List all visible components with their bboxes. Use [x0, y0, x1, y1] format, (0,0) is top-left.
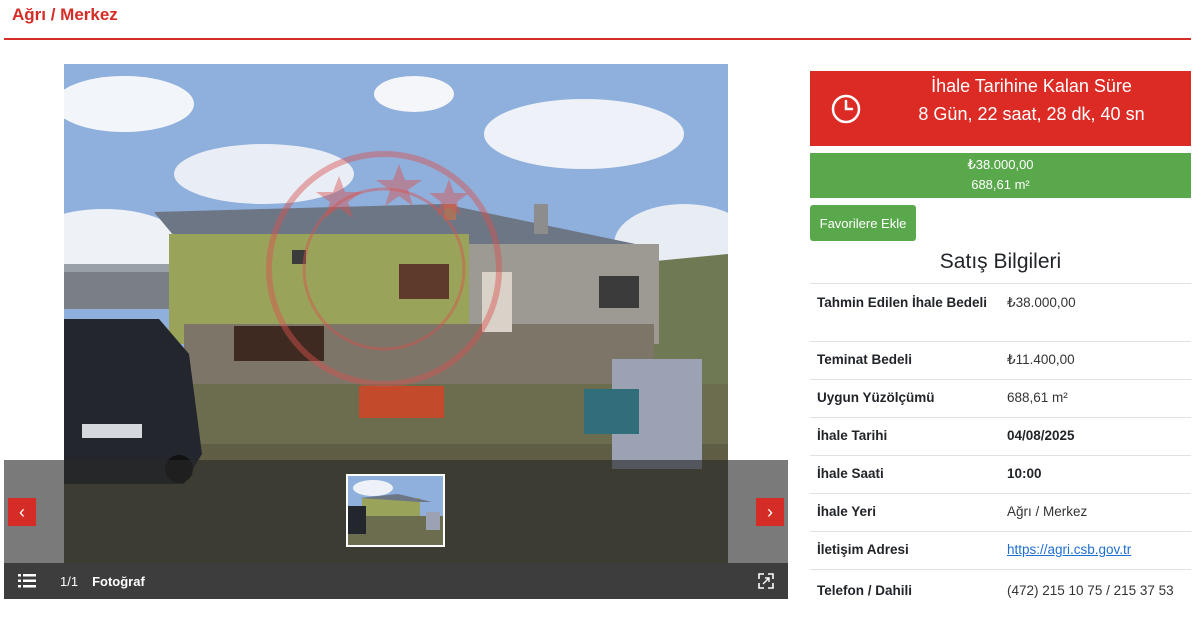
sale-info-table: Tahmin Edilen İhale Bedeli ₺38.000,00 Te… — [810, 283, 1191, 628]
row-value: 10:00 — [1000, 455, 1191, 494]
gallery-toolbar: 1/1 Fotoğraf — [4, 563, 788, 599]
row-label: İhale Yeri — [810, 493, 1000, 532]
row-label: Tahmin Edilen İhale Bedeli — [810, 283, 1000, 342]
page-title: Ağrı / Merkez — [12, 5, 118, 24]
contact-address-link[interactable]: https://agri.csb.gov.tr — [1007, 542, 1131, 557]
photo-counter: 1/1 — [60, 573, 79, 589]
add-to-favorites-button[interactable]: Favorilere Ekle — [810, 205, 916, 241]
table-row: İletişim Adresi https://agri.csb.gov.tr — [810, 531, 1191, 570]
price-amount: ₺38.000,00 — [967, 157, 1034, 172]
row-value: (472) 215 10 75 / 215 37 53 — [1000, 569, 1191, 628]
table-row: Teminat Bedeli ₺11.400,00 — [810, 341, 1191, 380]
row-label: İhale Saati — [810, 455, 1000, 494]
table-row: Tahmin Edilen İhale Bedeli ₺38.000,00 — [810, 283, 1191, 342]
sale-info-title: Satış Bilgileri — [939, 250, 1062, 273]
row-label: Teminat Bedeli — [810, 341, 1000, 380]
countdown-title: İhale Tarihine Kalan Süre — [931, 76, 1132, 96]
table-row: İhale Yeri Ağrı / Merkez — [810, 493, 1191, 532]
photo-thumbnail[interactable] — [346, 474, 445, 547]
row-value: ₺11.400,00 — [1000, 341, 1191, 380]
fullscreen-icon[interactable] — [758, 573, 774, 589]
table-row: Telefon / Dahili (472) 215 10 75 / 215 3… — [810, 569, 1191, 628]
clock-icon — [831, 94, 861, 124]
auction-countdown: İhale Tarihine Kalan Süre 8 Gün, 22 saat… — [810, 71, 1191, 146]
price-summary: ₺38.000,00 688,61 m² — [810, 153, 1191, 198]
photo-gallery: ‹ › 1/1 Fotoğraf — [4, 64, 788, 599]
photo-counter-label: Fotoğraf — [92, 573, 145, 589]
row-value: 04/08/2025 — [1000, 417, 1191, 456]
next-photo-button[interactable]: › — [756, 498, 784, 526]
list-icon[interactable] — [18, 574, 36, 588]
row-label: Uygun Yüzölçümü — [810, 379, 1000, 418]
row-label: Telefon / Dahili — [810, 569, 1000, 628]
title-divider — [4, 38, 1191, 40]
thumbnail-strip: ‹ › — [4, 460, 788, 563]
row-label: İletişim Adresi — [810, 531, 1000, 570]
table-row: İhale Tarihi 04/08/2025 — [810, 417, 1191, 456]
price-area: 688,61 m² — [971, 177, 1030, 192]
row-label: İhale Tarihi — [810, 417, 1000, 456]
countdown-value: 8 Gün, 22 saat, 28 dk, 40 sn — [918, 104, 1145, 124]
table-row: Uygun Yüzölçümü 688,61 m² — [810, 379, 1191, 418]
previous-photo-button[interactable]: ‹ — [8, 498, 36, 526]
table-row: İhale Saati 10:00 — [810, 455, 1191, 494]
row-value: ₺38.000,00 — [1000, 283, 1191, 342]
row-value: Ağrı / Merkez — [1000, 493, 1191, 532]
row-value: 688,61 m² — [1000, 379, 1191, 418]
